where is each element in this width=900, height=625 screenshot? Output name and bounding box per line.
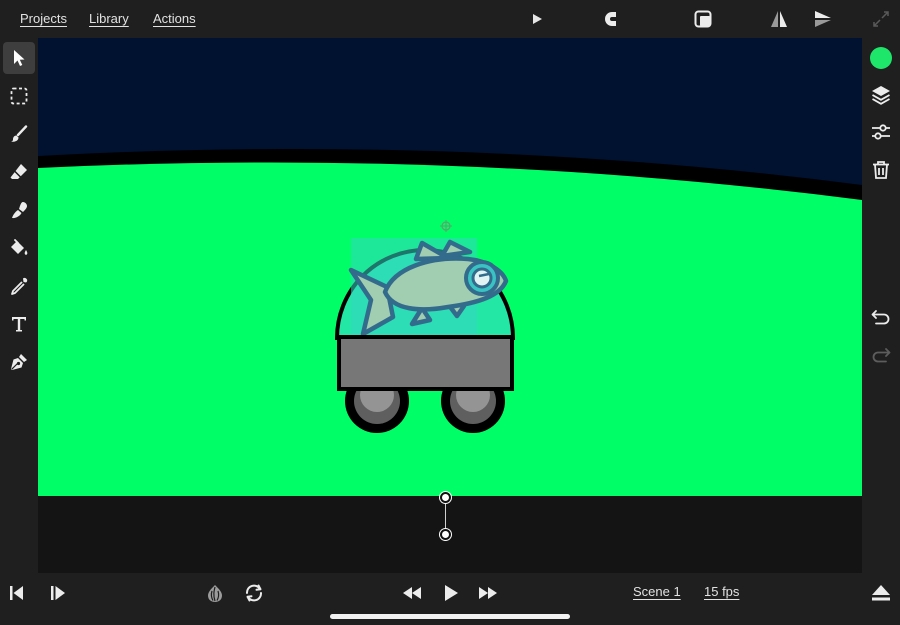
anchor-handle[interactable] xyxy=(440,492,451,503)
magnet-icon[interactable] xyxy=(601,7,625,31)
adjust-icon[interactable] xyxy=(869,120,893,144)
tool-bar xyxy=(0,38,38,573)
flip-horizontal-icon[interactable] xyxy=(767,7,791,31)
select-tool[interactable] xyxy=(3,42,35,74)
text-tool[interactable] xyxy=(3,308,35,340)
canvas-stage[interactable] xyxy=(38,38,862,496)
next-frame-icon[interactable] xyxy=(46,581,70,605)
projects-link[interactable]: Projects xyxy=(20,11,67,26)
top-bar: Projects Library Actions xyxy=(0,0,900,38)
scene-selector[interactable]: Scene 1 xyxy=(633,584,681,599)
actions-link[interactable]: Actions xyxy=(153,11,196,26)
smudge-tool[interactable] xyxy=(3,194,35,226)
layers-icon[interactable] xyxy=(869,83,893,107)
eraser-tool[interactable] xyxy=(3,156,35,188)
library-link[interactable]: Library xyxy=(89,11,129,26)
rotate-handle[interactable] xyxy=(440,529,451,540)
pen-tool[interactable] xyxy=(3,346,35,378)
pasteboard xyxy=(38,492,862,573)
current-color-dot xyxy=(870,47,892,69)
color-swatch[interactable] xyxy=(869,46,893,70)
onion-skin-icon[interactable] xyxy=(203,581,227,605)
right-tool-bar xyxy=(862,38,900,573)
loop-icon[interactable] xyxy=(242,581,266,605)
play-icon[interactable] xyxy=(525,7,549,31)
timeline-bar: Scene 1 15 fps xyxy=(0,573,900,625)
play-pause-icon[interactable] xyxy=(439,581,463,605)
marquee-tool[interactable] xyxy=(3,80,35,112)
undo-icon[interactable] xyxy=(869,306,893,330)
fill-tool[interactable] xyxy=(3,232,35,264)
scene-artwork xyxy=(38,38,862,496)
fps-selector[interactable]: 15 fps xyxy=(704,584,739,599)
eyedropper-tool[interactable] xyxy=(3,270,35,302)
flip-vertical-icon[interactable] xyxy=(811,7,835,31)
rewind-icon[interactable] xyxy=(400,581,424,605)
redo-icon[interactable] xyxy=(869,344,893,368)
expand-timeline-icon[interactable] xyxy=(869,581,893,605)
fast-forward-icon[interactable] xyxy=(476,581,500,605)
home-indicator xyxy=(330,614,570,619)
onion-frame-icon[interactable] xyxy=(691,7,715,31)
trash-icon[interactable] xyxy=(869,158,893,182)
previous-frame-icon[interactable] xyxy=(6,581,30,605)
brush-tool[interactable] xyxy=(3,118,35,150)
fullscreen-icon[interactable] xyxy=(869,7,893,31)
